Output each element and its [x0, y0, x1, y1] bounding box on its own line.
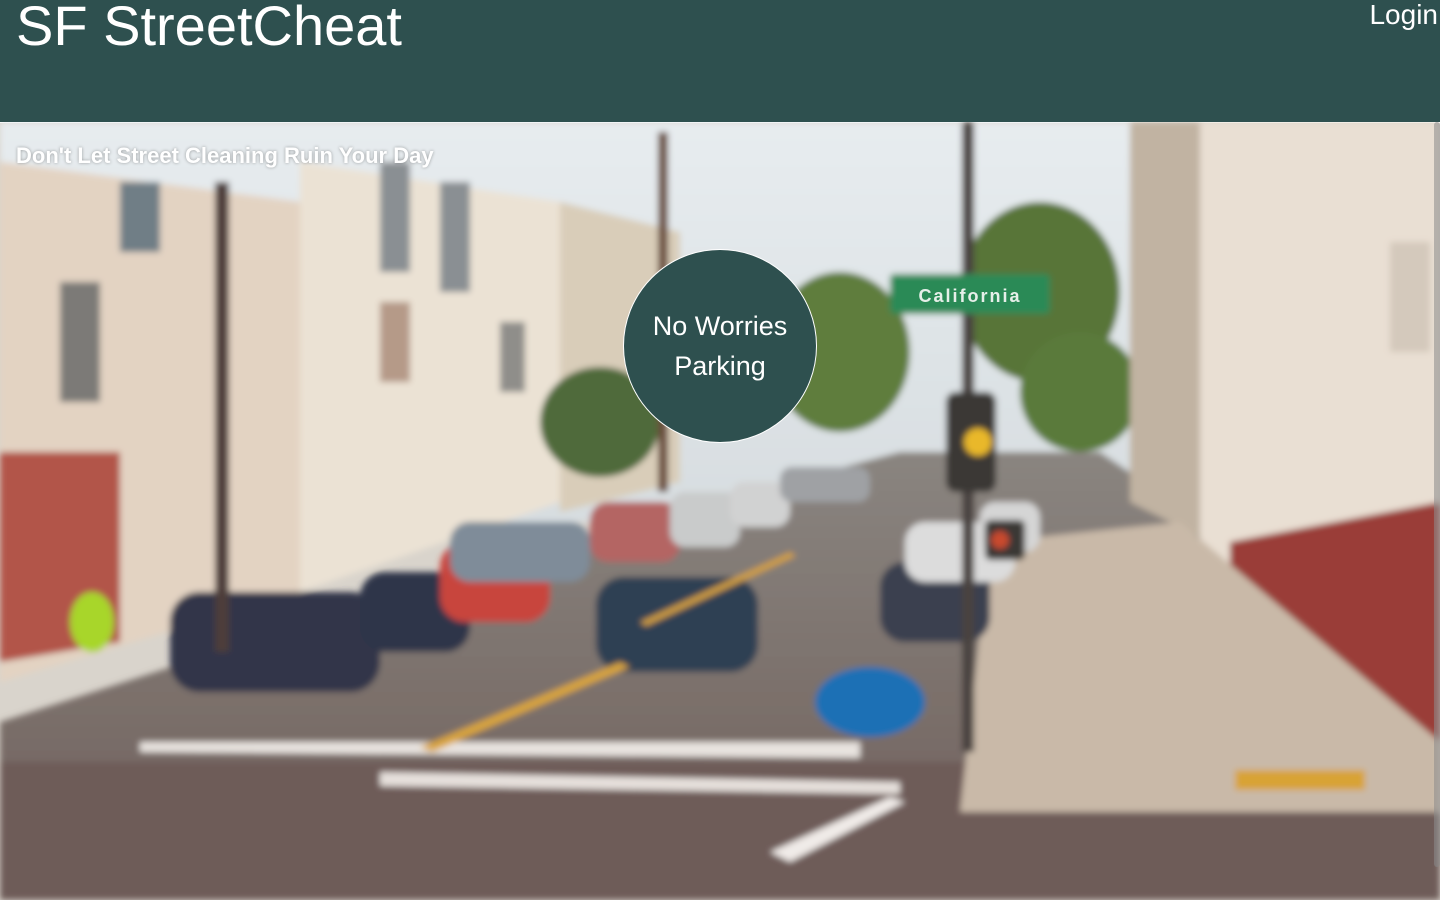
page-scrollbar[interactable] — [1434, 122, 1440, 867]
street-background-image: California — [0, 122, 1440, 900]
brand-title[interactable]: SF StreetCheat — [16, 0, 402, 58]
login-link[interactable]: Login — [1369, 0, 1438, 30]
hero-tagline: Don't Let Street Cleaning Ruin Your Day — [16, 143, 434, 168]
top-nav-bar: SF StreetCheat Login — [0, 0, 1440, 123]
no-worries-parking-button[interactable]: No Worries Parking — [623, 249, 817, 443]
california-street-sign: California — [918, 286, 1021, 306]
hero-section: California Don't Let Street Cleaning Rui… — [0, 122, 1440, 900]
cta-label-line1: No Worries — [652, 311, 788, 341]
cta-label-line2: Parking — [674, 351, 766, 381]
